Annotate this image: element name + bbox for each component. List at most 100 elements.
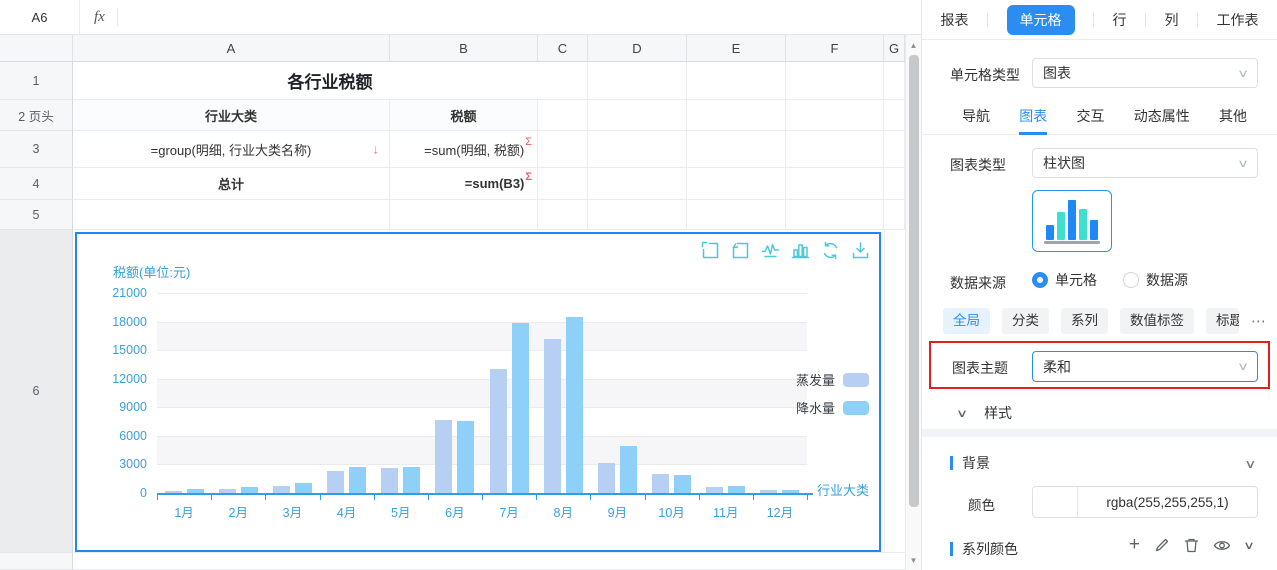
trash-icon[interactable] (1184, 537, 1199, 553)
chart-type-thumbnail-selected[interactable] (1032, 190, 1112, 252)
eye-icon[interactable] (1213, 539, 1231, 552)
cell-type-dropdown[interactable]: 图表 ∨ (1032, 58, 1258, 88)
scroll-up-icon[interactable]: ▲ (906, 37, 921, 53)
color-swatch[interactable] (1033, 487, 1078, 517)
zoom-revert-icon[interactable] (731, 241, 750, 260)
column-header-E[interactable]: E (687, 35, 786, 62)
cell-a3-group-formula[interactable]: =group(明细, 行业大类名称) ↓ (73, 131, 390, 168)
sub-tab-其他[interactable]: 其他 (1219, 98, 1247, 135)
row-header-1[interactable]: 1 (0, 62, 73, 100)
config-tab-数值标签[interactable]: 数值标签 (1120, 308, 1194, 334)
grid-cell[interactable] (786, 200, 884, 230)
panel-tab-行[interactable]: 行 (1113, 10, 1127, 30)
grid-cell[interactable] (538, 168, 588, 200)
vertical-scrollbar[interactable]: ▲ ▼ (905, 35, 921, 570)
chevron-down-icon[interactable]: ∨ (1243, 539, 1255, 552)
cell-b2[interactable]: 税额 (390, 100, 538, 131)
sub-tab-导航[interactable]: 导航 (962, 98, 990, 135)
grid-cell[interactable] (538, 200, 588, 230)
cell-type-label: 单元格类型 (950, 65, 1020, 85)
grid-cell[interactable] (588, 100, 687, 131)
grid-cell[interactable] (687, 168, 786, 200)
cell-a1-title[interactable]: 各行业税额 (73, 62, 588, 100)
add-icon[interactable]: + (1129, 537, 1140, 553)
row-header-7[interactable] (0, 553, 73, 570)
grid-cell[interactable] (588, 131, 687, 168)
grid-cell[interactable] (786, 100, 884, 131)
panel-tab-报表[interactable]: 报表 (941, 10, 969, 30)
grid-cell[interactable] (588, 62, 687, 100)
chart-theme-dropdown[interactable]: 柔和 ∨ (1032, 351, 1258, 382)
row-header-6[interactable]: 6 (0, 230, 73, 553)
grid-cell[interactable] (538, 100, 588, 131)
grid-cell[interactable] (73, 553, 905, 570)
grid-cell[interactable] (786, 168, 884, 200)
grid-cell[interactable] (687, 131, 786, 168)
grid-cell[interactable] (884, 62, 905, 100)
cell-reference-box[interactable]: A6 (0, 0, 80, 34)
grid-cell[interactable] (786, 131, 884, 168)
column-header-G[interactable]: G (884, 35, 905, 62)
grid-cell[interactable] (687, 62, 786, 100)
cell-a2[interactable]: 行业大类 (73, 100, 390, 131)
config-tabs-overflow[interactable]: ⋯ (1251, 312, 1267, 330)
grid-cell[interactable] (786, 62, 884, 100)
grid-cell[interactable] (884, 200, 905, 230)
config-tab-系列[interactable]: 系列 (1061, 308, 1108, 334)
scroll-down-icon[interactable]: ▼ (906, 552, 921, 568)
background-color-input[interactable]: rgba(255,255,255,1) (1032, 486, 1258, 518)
row-header-5[interactable]: 5 (0, 200, 73, 230)
edit-pencil-icon[interactable] (1154, 537, 1170, 553)
grid-cell[interactable] (73, 200, 390, 230)
area-zoom-icon[interactable] (701, 241, 720, 260)
chart-cell-selected[interactable]: 税额(单位:元) 0300060009000120001500018000210… (75, 232, 881, 552)
scrollbar-thumb[interactable] (909, 55, 919, 507)
panel-tab-列[interactable]: 列 (1165, 10, 1179, 30)
sub-tab-动态属性[interactable]: 动态属性 (1134, 98, 1190, 135)
chart-legend: 蒸发量降水量 (796, 370, 869, 417)
formula-input[interactable] (118, 0, 921, 34)
cell-b3-sum-formula[interactable]: =sum(明细, 税额) Σ (390, 131, 538, 168)
radio-数据源[interactable]: 数据源 (1123, 270, 1188, 290)
config-tab-标题[interactable]: 标题 (1206, 308, 1239, 334)
legend-item-蒸发量[interactable]: 蒸发量 (796, 370, 869, 389)
bar-chart-icon[interactable] (791, 241, 810, 260)
legend-item-降水量[interactable]: 降水量 (796, 398, 869, 417)
column-header-F[interactable]: F (786, 35, 884, 62)
grid-cell[interactable] (588, 168, 687, 200)
refresh-icon[interactable] (821, 241, 840, 260)
radio-单元格[interactable]: 单元格 (1032, 270, 1097, 290)
grid-cell[interactable] (884, 100, 905, 131)
column-header-D[interactable]: D (588, 35, 687, 62)
download-icon[interactable] (851, 241, 870, 260)
grid-cell[interactable] (687, 200, 786, 230)
cell-a4-total-label[interactable]: 总计 (73, 168, 390, 200)
chevron-down-icon[interactable]: ∨ (1244, 457, 1256, 471)
panel-tab-单元格[interactable]: 单元格 (1007, 5, 1075, 35)
formula-bar: A6 fx (0, 0, 921, 35)
cell-b4-total-formula[interactable]: =sum(B3) Σ (390, 168, 538, 200)
column-header-A[interactable]: A (73, 35, 390, 62)
config-tab-全局[interactable]: 全局 (943, 308, 990, 334)
grid-cell[interactable] (687, 100, 786, 131)
row-header-4[interactable]: 4 (0, 168, 73, 200)
grid-cell[interactable] (588, 200, 687, 230)
style-section-header[interactable]: ∨ 样式 (958, 400, 1012, 426)
grid-corner-cell[interactable] (0, 35, 73, 62)
column-header-C[interactable]: C (538, 35, 588, 62)
line-chart-icon[interactable] (761, 241, 780, 260)
radio-selected-icon (1032, 272, 1048, 288)
row-header-3[interactable]: 3 (0, 131, 73, 168)
grid-cell[interactable] (390, 200, 538, 230)
sub-tab-图表[interactable]: 图表 (1019, 98, 1047, 135)
grid-cell[interactable] (884, 131, 905, 168)
grid-cell[interactable] (538, 131, 588, 168)
grid-cell[interactable] (884, 168, 905, 200)
config-tab-分类[interactable]: 分类 (1002, 308, 1049, 334)
grid-row-3: 3 =group(明细, 行业大类名称) ↓ =sum(明细, 税额) Σ (0, 131, 905, 168)
column-header-B[interactable]: B (390, 35, 538, 62)
sub-tab-交互[interactable]: 交互 (1077, 98, 1105, 135)
panel-tab-工作表[interactable]: 工作表 (1217, 10, 1259, 30)
row-header-2-page-header[interactable]: 2 页头 (0, 100, 73, 131)
chart-type-dropdown[interactable]: 柱状图 ∨ (1032, 148, 1258, 178)
